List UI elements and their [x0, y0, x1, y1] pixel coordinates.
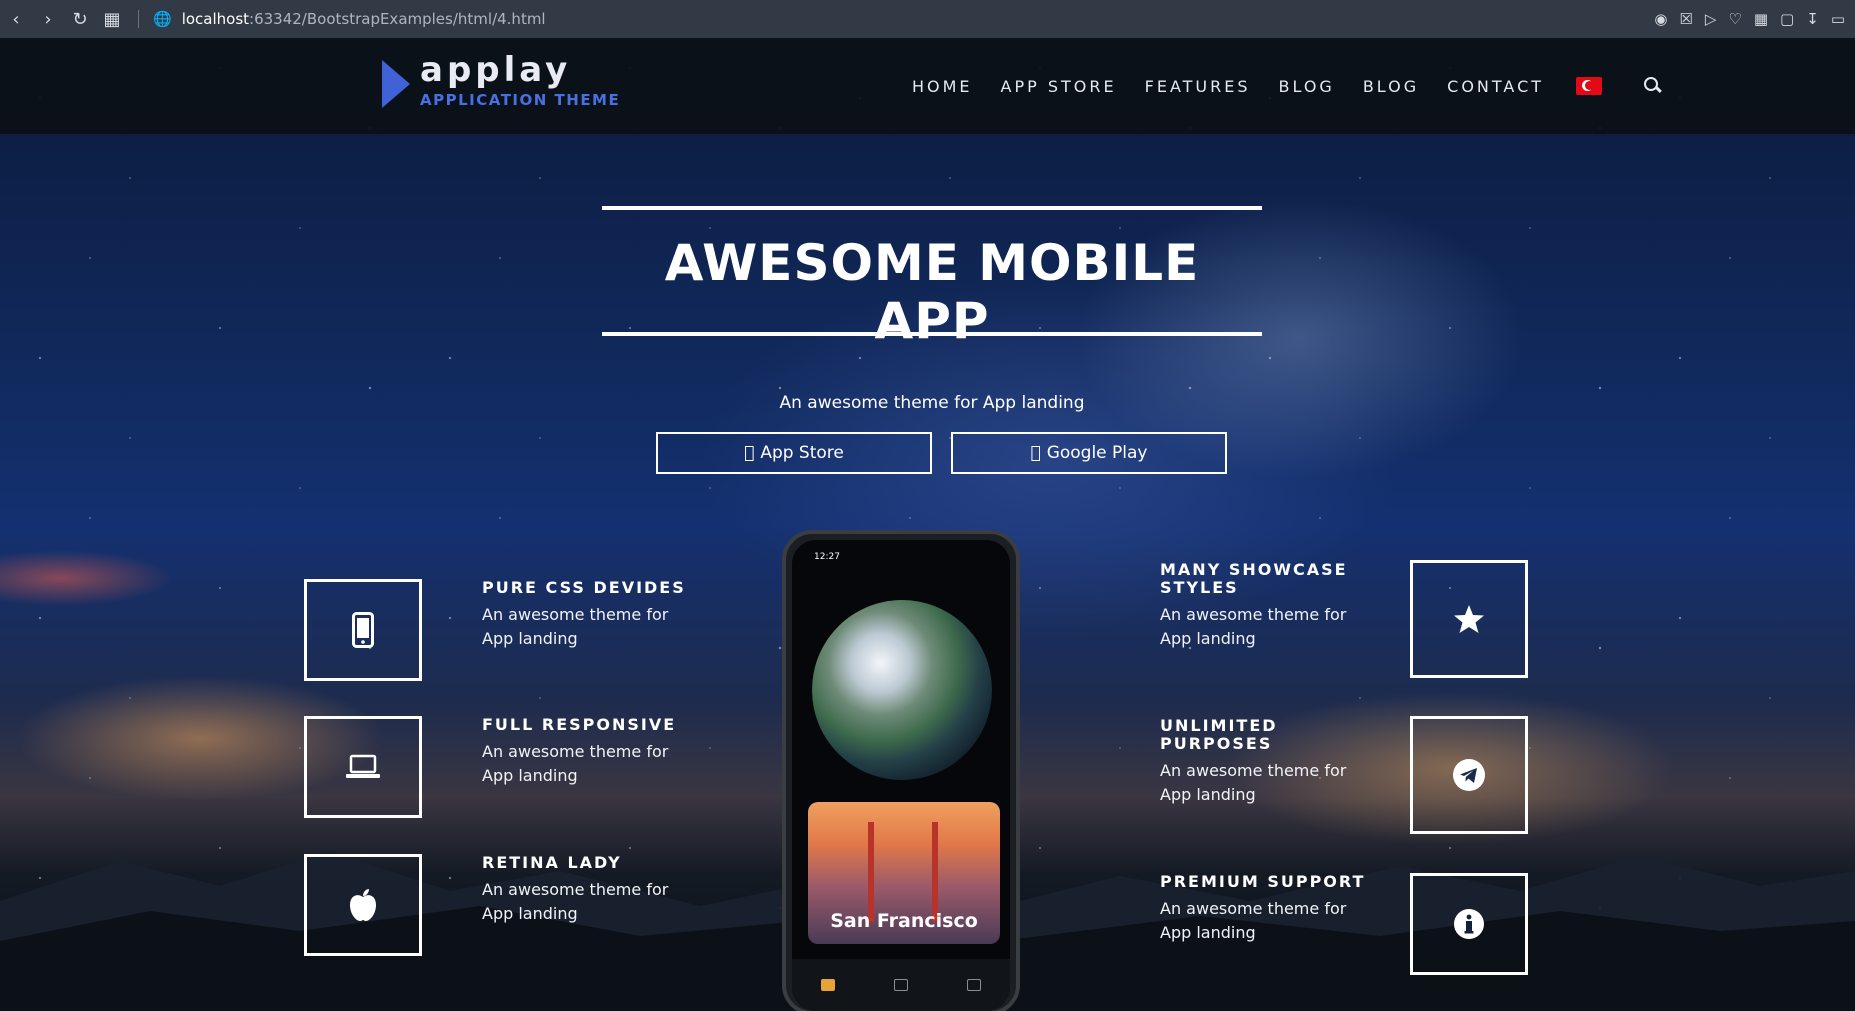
download-icon[interactable]: ↧ [1806, 10, 1819, 28]
turkey-flag-icon[interactable] [1576, 77, 1603, 95]
feature-icon-box [304, 716, 422, 818]
camera-icon[interactable]: ◉ [1654, 10, 1667, 28]
hero-top-rule [602, 206, 1262, 210]
nav-app-store[interactable]: APP STORE [1001, 77, 1117, 96]
browser-actions: ◉ ☒ ▷ ♡ ▦ ▢ ↧ ▭ [1654, 0, 1845, 38]
site-navbar: applay APPLICATION THEME HOME APP STORE … [0, 38, 1855, 134]
feature-item: PREMIUM SUPPORT An awesome theme for App… [1160, 873, 1380, 945]
translate-icon[interactable]: ▦ [1754, 10, 1768, 28]
forward-icon[interactable]: › [32, 0, 64, 38]
phone-screen: 12:27 San Francisco [792, 540, 1010, 1011]
library-tab-icon [966, 979, 981, 991]
feature-title: FULL RESPONSIVE [482, 715, 677, 734]
back-icon[interactable]: ‹ [0, 0, 32, 38]
bridge-image [868, 822, 938, 922]
feature-item: PURE CSS DEVIDES An awesome theme for Ap… [482, 579, 702, 651]
nav-home[interactable]: HOME [912, 77, 973, 96]
earth-image [812, 600, 992, 780]
mobile-icon [352, 612, 374, 648]
address-bar[interactable]: 🌐 localhost:63342/BootstrapExamples/html… [153, 10, 546, 28]
feature-title: UNLIMITED PURPOSES [1160, 716, 1278, 753]
feature-title: PREMIUM SUPPORT [1160, 872, 1366, 891]
phone-time: 12:27 [814, 552, 840, 562]
feature-text: An awesome theme for App landing [482, 742, 669, 785]
feature-icon-box [1410, 560, 1528, 678]
phone-mockup: 12:27 San Francisco [782, 530, 1020, 1011]
brand-name: applay [420, 50, 572, 90]
app-store-button[interactable]:  App Store [656, 432, 932, 474]
tabs-grid-icon[interactable]: ▦ [96, 0, 128, 38]
feature-text: An awesome theme for App landing [482, 880, 669, 923]
phone-tab-bar [792, 959, 1010, 1011]
feature-icon-box [1410, 873, 1528, 975]
apple-icon:  [1030, 443, 1040, 463]
box-icon[interactable]: ▢ [1780, 10, 1794, 28]
feature-text: An awesome theme for App landing [1160, 761, 1347, 804]
app-store-label: App Store [755, 443, 844, 463]
shield-icon[interactable]: ☒ [1679, 10, 1692, 28]
apple-icon [350, 889, 376, 921]
feature-text: An awesome theme for App landing [1160, 605, 1347, 648]
albums-tab-icon [893, 979, 908, 991]
feature-title: MANY SHOWCASE STYLES [1160, 560, 1348, 597]
star-icon [1454, 605, 1484, 633]
nav-blog-2[interactable]: BLOG [1363, 77, 1419, 96]
nav-contact[interactable]: CONTACT [1447, 77, 1544, 96]
send-icon[interactable]: ▷ [1705, 10, 1717, 28]
battery-icon[interactable]: ▭ [1831, 10, 1845, 28]
feature-item: FULL RESPONSIVE An awesome theme for App… [482, 716, 702, 788]
search-icon[interactable] [1642, 76, 1662, 96]
heart-icon[interactable]: ♡ [1728, 10, 1741, 28]
feature-text: An awesome theme for App landing [482, 605, 669, 648]
hero-bottom-rule [602, 332, 1262, 336]
reload-icon[interactable]: ↻ [64, 0, 96, 38]
brand-tagline: APPLICATION THEME [420, 91, 621, 109]
hero-subtitle: An awesome theme for App landing [779, 393, 1085, 413]
main-menu: HOME APP STORE FEATURES BLOG BLOG CONTAC… [912, 38, 1662, 134]
feature-title: RETINA LADY [482, 853, 622, 872]
feature-item: RETINA LADY An awesome theme for App lan… [482, 854, 702, 926]
brand-logo[interactable]: applay APPLICATION THEME [382, 50, 620, 110]
google-play-button[interactable]:  Google Play [951, 432, 1227, 474]
feature-text: An awesome theme for App landing [1160, 899, 1347, 942]
feature-item: MANY SHOWCASE STYLES An awesome theme fo… [1160, 561, 1380, 651]
feature-title: PURE CSS DEVIDES [482, 578, 686, 597]
feature-icon-box [304, 854, 422, 956]
photo-card-title: San Francisco [830, 910, 978, 932]
url-path: :63342/BootstrapExamples/html/4.html [249, 10, 546, 28]
play-logo-icon [382, 60, 410, 108]
feature-icon-box [304, 579, 422, 681]
feature-icon-box [1410, 716, 1528, 834]
nav-features[interactable]: FEATURES [1145, 77, 1251, 96]
info-icon [1454, 909, 1484, 939]
telegram-icon [1453, 759, 1485, 791]
photos-tab-icon [821, 979, 836, 991]
globe-icon: 🌐 [153, 10, 172, 28]
feature-item: UNLIMITED PURPOSES An awesome theme for … [1160, 717, 1380, 807]
apple-icon:  [744, 443, 754, 463]
url-host: localhost [181, 10, 250, 28]
google-play-label: Google Play [1041, 443, 1148, 463]
photo-card: San Francisco [808, 802, 1000, 944]
nav-blog[interactable]: BLOG [1279, 77, 1335, 96]
browser-toolbar: ‹ › ↻ ▦ 🌐 localhost:63342/BootstrapExamp… [0, 0, 1855, 38]
toolbar-divider [138, 10, 139, 28]
laptop-icon [346, 754, 380, 778]
landing-page: applay APPLICATION THEME HOME APP STORE … [0, 38, 1855, 1011]
